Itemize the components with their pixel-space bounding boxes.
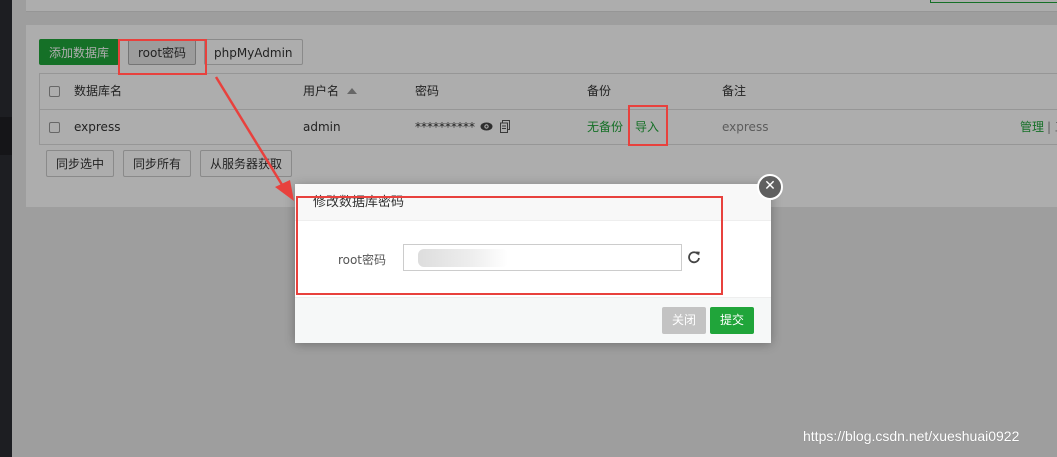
watermark: https://blog.csdn.net/xueshuai0922 <box>803 428 1020 444</box>
annotation-arrow <box>214 76 294 201</box>
app-root: 添加数据库 root密码 phpMyAdmin 数据库名 用户名 密码 备份 备… <box>0 0 1057 457</box>
